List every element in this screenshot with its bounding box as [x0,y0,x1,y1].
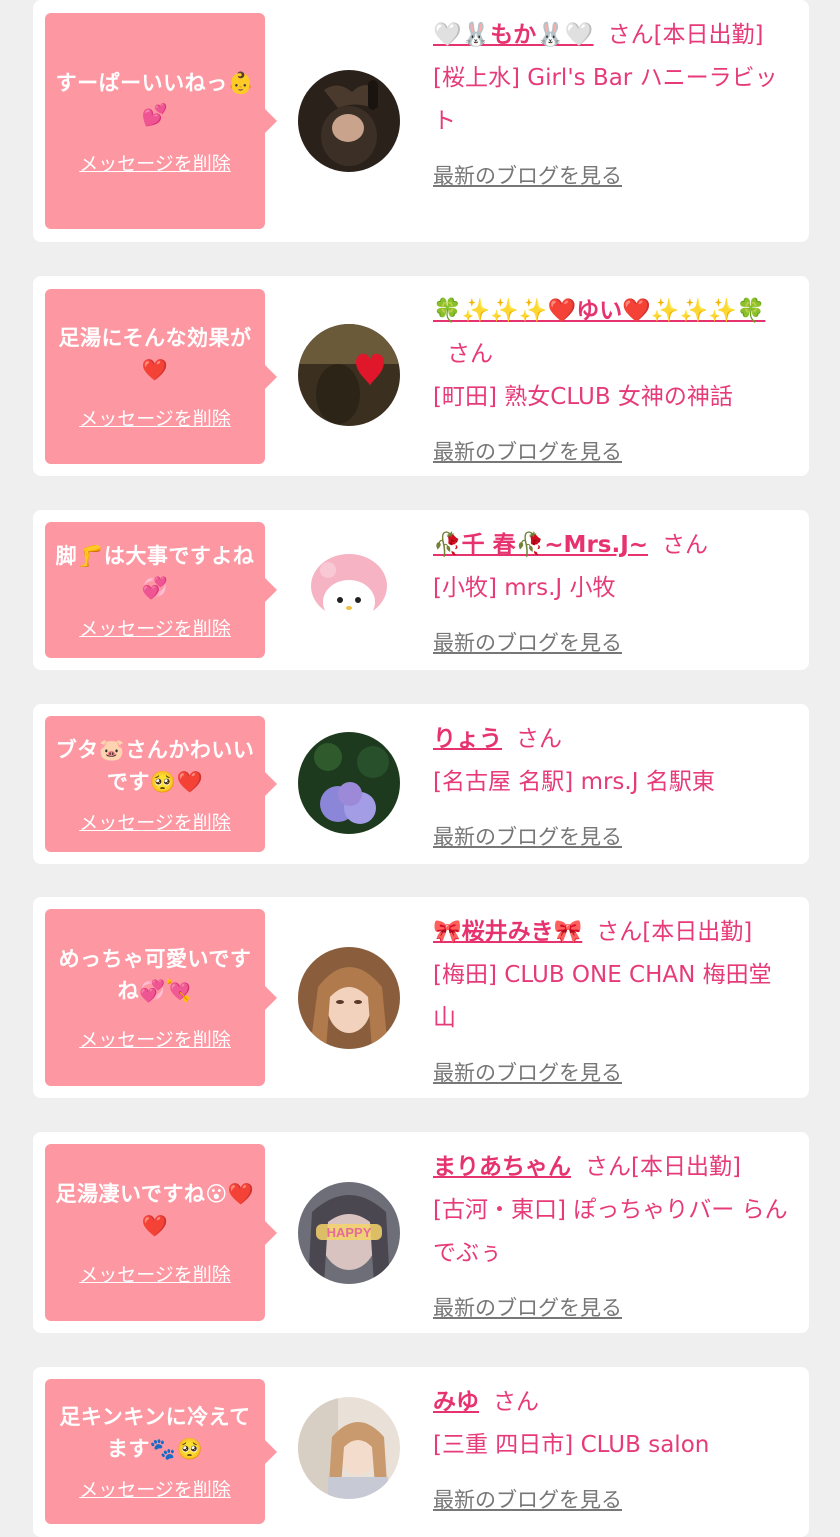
user-info: 🎀桜井みき🎀 さん[本日出勤] [梅田] CLUB ONE CHAN 梅田堂山 最… [433,911,793,1095]
shop-name: [名古屋 名駅] mrs.J 名駅東 [433,769,715,795]
attendance-status: [本日出勤] [653,22,764,48]
honorific: さん [607,22,654,48]
message-bubble: 足キンキンに冷えてます🐾🥺 メッセージを削除 [45,1379,277,1524]
svg-text:HAPPY: HAPPY [327,1225,372,1240]
honorific: さん [493,1389,539,1415]
message-text: 脚🦵は大事ですよね💞 [55,543,255,600]
user-info: 🍀✨✨✨❤️ゆい❤️✨✨✨🍀 さん [町田] 熟女CLUB 女神の神話 最新のブロ… [433,290,793,474]
latest-blog-link[interactable]: 最新のブログを見る [433,1052,622,1095]
delete-message-link[interactable]: メッセージを削除 [79,1260,231,1287]
user-name-link[interactable]: まりあちゃん [433,1154,571,1180]
latest-blog-link[interactable]: 最新のブログを見る [433,1287,622,1330]
delete-message-link[interactable]: メッセージを削除 [79,614,231,641]
user-name-link[interactable]: 🎀桜井みき🎀 [433,919,582,945]
user-info: まりあちゃん さん[本日出勤] [古河・東口] ぽっちゃりバー らんでぶぅ 最新の… [433,1146,793,1330]
message-text: 足湯凄いですね😮❤️❤️ [55,1182,255,1238]
message-text: ブタ🐷さんかわいいです🥺❤️ [55,737,255,794]
latest-blog-link[interactable]: 最新のブログを見る [433,622,622,665]
honorific: さん [596,919,643,945]
user-info: みゆ さん [三重 四日市] CLUB salon 最新のブログを見る [433,1381,793,1522]
message-bubble: 脚🦵は大事ですよね💞 メッセージを削除 [45,522,277,658]
message-bubble: めっちゃ可愛いですね💞💘 メッセージを削除 [45,909,277,1086]
message-card: 足キンキンに冷えてます🐾🥺 メッセージを削除 みゆ さん [三重 四日市] CLU… [33,1367,809,1537]
delete-message-link[interactable]: メッセージを削除 [79,808,231,835]
message-card: すーぱーいいねっ👶💕 メッセージを削除 🤍🐰もか🐰🤍 さん[本日出勤] [桜上水]… [33,0,809,242]
message-text: すーぱーいいねっ👶💕 [55,70,255,127]
message-bubble: 足湯にそんな効果が❤️ メッセージを削除 [45,289,277,464]
message-bubble: ブタ🐷さんかわいいです🥺❤️ メッセージを削除 [45,716,277,852]
message-bubble: 足湯凄いですね😮❤️❤️ メッセージを削除 [45,1144,277,1321]
latest-blog-link[interactable]: 最新のブログを見る [433,1479,622,1522]
attendance-status: [本日出勤] [631,1154,741,1180]
avatar[interactable] [298,732,400,834]
message-text: めっちゃ可愛いですね💞💘 [58,947,252,1003]
honorific: さん [447,341,493,367]
user-name-link[interactable]: みゆ [433,1389,479,1415]
message-text: 足湯にそんな効果が❤️ [58,326,252,382]
user-name-link[interactable]: 🤍🐰もか🐰🤍 [433,22,594,48]
shop-name: [古河・東口] ぽっちゃりバー らんでぶぅ [433,1197,788,1266]
shop-name: [桜上水] Girl's Bar ハニーラビット [433,65,778,134]
latest-blog-link[interactable]: 最新のブログを見る [433,816,622,859]
user-name-link[interactable]: 🍀✨✨✨❤️ゆい❤️✨✨✨🍀 [433,298,765,324]
delete-message-link[interactable]: メッセージを削除 [79,1475,231,1502]
avatar[interactable] [298,1397,400,1499]
user-info: 🤍🐰もか🐰🤍 さん[本日出勤] [桜上水] Girl's Bar ハニーラビット … [433,14,793,198]
shop-name: [三重 四日市] CLUB salon [433,1432,710,1458]
user-name-link[interactable]: りょう [433,726,502,752]
message-card: ブタ🐷さんかわいいです🥺❤️ メッセージを削除 りょう さん [名古屋 名駅] m… [33,704,809,864]
honorific: さん [516,726,562,752]
delete-message-link[interactable]: メッセージを削除 [79,404,231,431]
message-card: 足湯凄いですね😮❤️❤️ メッセージを削除 HAPPY まりあちゃん さん[本日出… [33,1132,809,1333]
avatar[interactable]: HAPPY [298,1182,400,1284]
shop-name: [町田] 熟女CLUB 女神の神話 [433,384,733,410]
latest-blog-link[interactable]: 最新のブログを見る [433,155,622,198]
message-card: めっちゃ可愛いですね💞💘 メッセージを削除 🎀桜井みき🎀 さん[本日出勤] [梅田… [33,897,809,1098]
avatar[interactable] [298,324,400,426]
message-card: 脚🦵は大事ですよね💞 メッセージを削除 🥀千 春🥀~Mrs.J~ さん [小牧] … [33,510,809,670]
message-bubble: すーぱーいいねっ👶💕 メッセージを削除 [45,13,277,229]
shop-name: [梅田] CLUB ONE CHAN 梅田堂山 [433,962,772,1031]
attendance-status: [本日出勤] [642,919,753,945]
avatar[interactable] [298,947,400,1049]
message-card: 足湯にそんな効果が❤️ メッセージを削除 🍀✨✨✨❤️ゆい❤️✨✨✨🍀 さん [町… [33,276,809,476]
latest-blog-link[interactable]: 最新のブログを見る [433,431,622,474]
delete-message-link[interactable]: メッセージを削除 [79,149,231,176]
avatar[interactable] [298,70,400,172]
user-info: 🥀千 春🥀~Mrs.J~ さん [小牧] mrs.J 小牧 最新のブログを見る [433,524,793,665]
honorific: さん [662,532,709,558]
user-name-link[interactable]: 🥀千 春🥀~Mrs.J~ [433,532,648,558]
user-info: りょう さん [名古屋 名駅] mrs.J 名駅東 最新のブログを見る [433,718,793,859]
delete-message-link[interactable]: メッセージを削除 [79,1025,231,1052]
shop-name: [小牧] mrs.J 小牧 [433,575,616,601]
avatar[interactable] [298,538,400,640]
message-text: 足キンキンに冷えてます🐾🥺 [59,1405,251,1461]
message-list: すーぱーいいねっ👶💕 メッセージを削除 🤍🐰もか🐰🤍 さん[本日出勤] [桜上水]… [0,0,840,1537]
honorific: さん [585,1154,631,1180]
